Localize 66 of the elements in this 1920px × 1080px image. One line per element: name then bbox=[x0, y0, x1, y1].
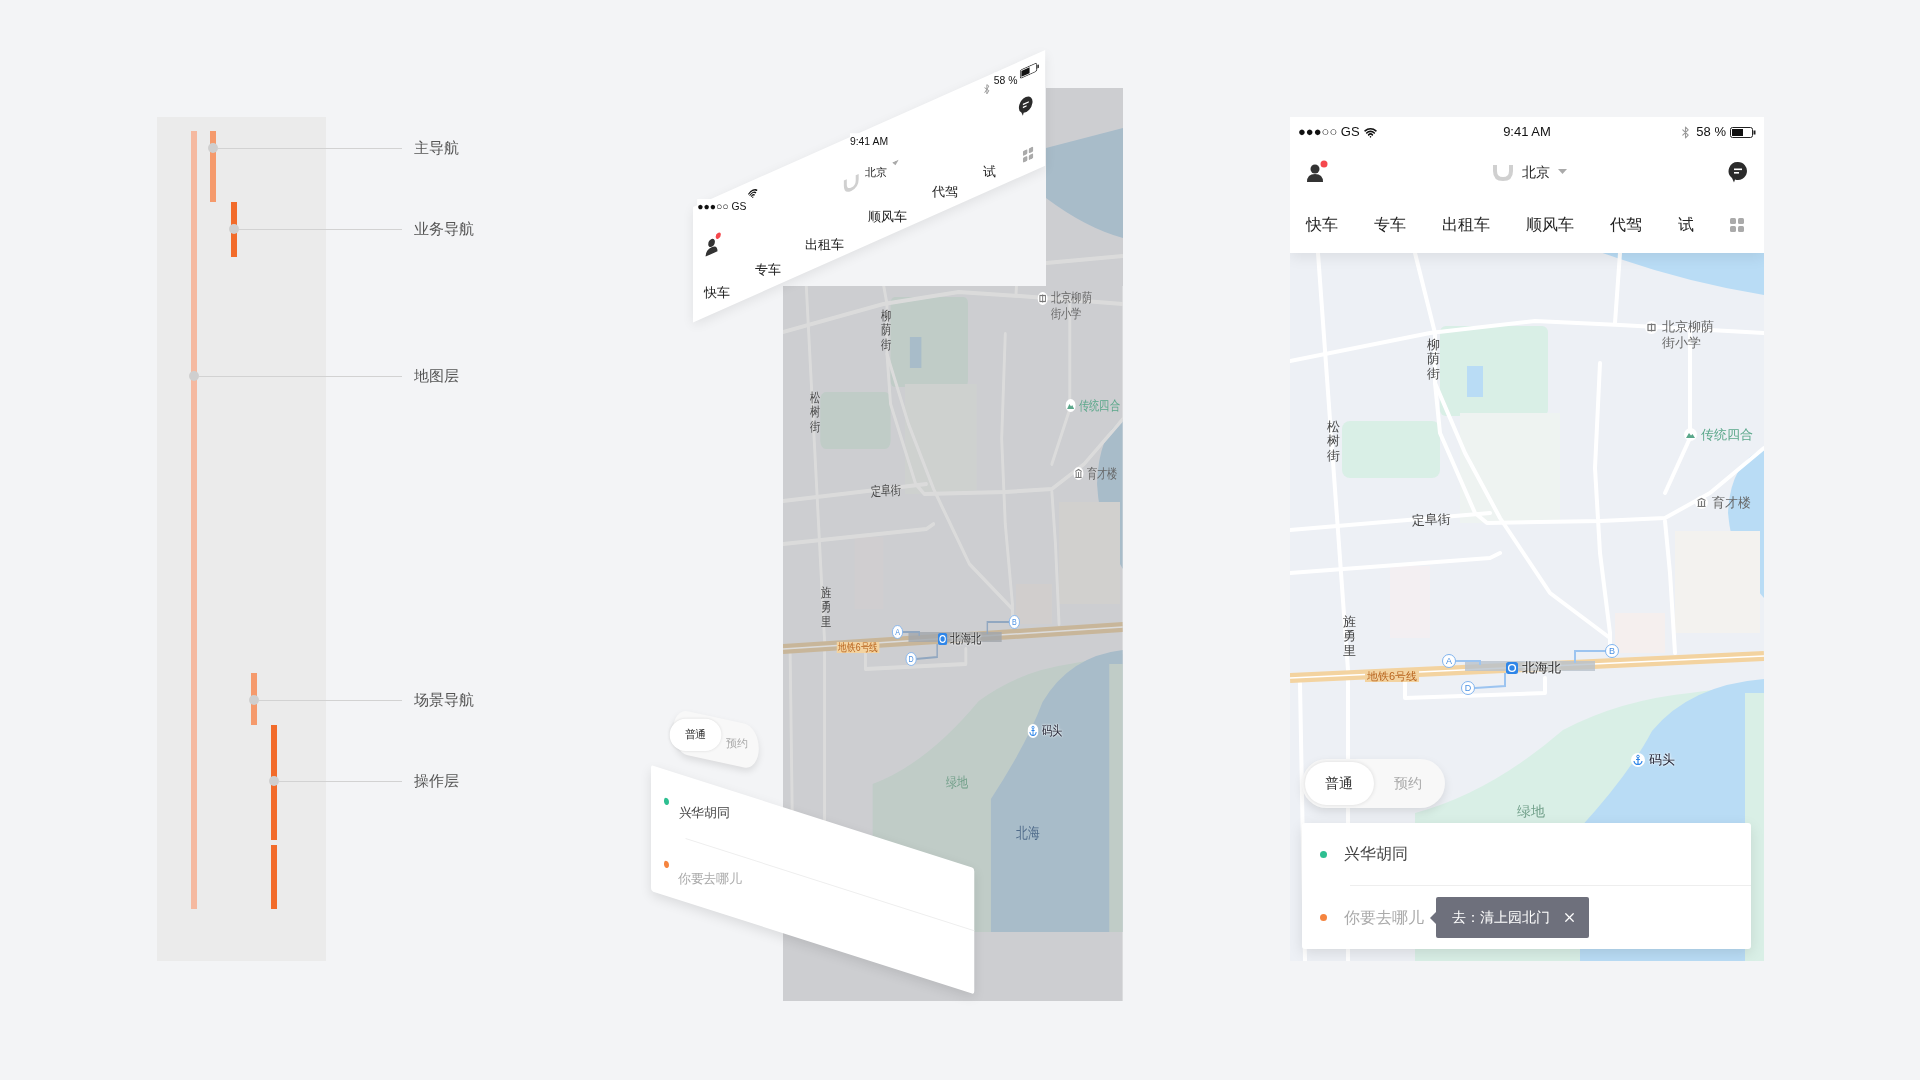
map-label: 旌勇里 bbox=[1343, 615, 1356, 658]
bluetooth-icon bbox=[982, 81, 992, 97]
exit-marker: B bbox=[1008, 615, 1020, 629]
map-label: 传统四合 bbox=[1701, 426, 1753, 444]
map-label: 绿地 bbox=[1517, 802, 1545, 821]
destination-tooltip[interactable]: 去：清上园北门 bbox=[1436, 897, 1589, 938]
layer-label: 场景导航 bbox=[414, 692, 474, 707]
battery-icon bbox=[1730, 126, 1756, 138]
map-label: 北海北 bbox=[950, 630, 982, 648]
map-label: 松树街 bbox=[809, 391, 820, 434]
service-tab[interactable]: 试 bbox=[1678, 213, 1694, 237]
destination-field[interactable]: 你要去哪儿 bbox=[1344, 905, 1428, 930]
map-label: 育才楼 bbox=[1086, 465, 1118, 483]
exit-marker: D bbox=[905, 652, 917, 666]
map-label: 北海 bbox=[1016, 823, 1040, 843]
school-icon bbox=[1645, 321, 1658, 334]
map-label: 定阜街 bbox=[870, 481, 902, 501]
layer-label: 主导航 bbox=[414, 140, 459, 155]
map-label: 北京柳荫街小学 bbox=[1050, 290, 1093, 322]
map-label: 北海北 bbox=[1522, 659, 1561, 677]
map-label: 松树街 bbox=[1327, 420, 1340, 463]
wifi-icon bbox=[1363, 125, 1377, 139]
battery-icon bbox=[1019, 60, 1040, 79]
tooltip-text: 去：清上园北门 bbox=[1452, 908, 1550, 927]
map-label: 码头 bbox=[1649, 751, 1675, 769]
city-selector[interactable]: 北京 bbox=[1521, 161, 1550, 183]
origin-text[interactable]: 兴华胡同 bbox=[1344, 842, 1408, 866]
clock-time: 9:41 AM bbox=[1503, 123, 1551, 142]
layer-label: 地图层 bbox=[414, 368, 459, 383]
map-label: 地铁6号线 bbox=[1365, 671, 1420, 682]
map-label: 绿地 bbox=[945, 773, 968, 792]
anchor-icon bbox=[1631, 752, 1645, 767]
map-label: 地铁6号线 bbox=[836, 642, 880, 653]
service-tab[interactable]: 代驾 bbox=[1610, 213, 1642, 237]
mountain-icon bbox=[1065, 399, 1076, 413]
map-label: 育才楼 bbox=[1712, 494, 1751, 512]
service-tab[interactable]: 快车 bbox=[1306, 213, 1338, 237]
anchor-icon bbox=[1027, 723, 1039, 738]
map-label: 码头 bbox=[1041, 722, 1063, 740]
ride-type-tab[interactable]: 普通 bbox=[1305, 762, 1374, 805]
building-icon bbox=[1073, 467, 1084, 481]
building-icon bbox=[1695, 496, 1708, 510]
service-tab[interactable]: 顺风车 bbox=[1526, 213, 1574, 237]
mountain-icon bbox=[1684, 428, 1697, 442]
logo-icon bbox=[1491, 162, 1514, 182]
carrier-text: ●●●○○ GS bbox=[1298, 123, 1360, 142]
service-tab[interactable]: 专车 bbox=[1374, 213, 1406, 237]
map-label: 旌勇里 bbox=[821, 586, 832, 629]
map-label: 柳荫街 bbox=[1427, 338, 1440, 381]
map-label: 柳荫街 bbox=[881, 309, 892, 352]
layer-label: 业务导航 bbox=[414, 221, 474, 236]
layer-label: 操作层 bbox=[414, 773, 459, 788]
battery-percent: 58 % bbox=[1696, 123, 1726, 142]
chat-icon[interactable] bbox=[1728, 161, 1748, 183]
school-icon bbox=[1037, 292, 1048, 305]
map-label: 北京柳荫街小学 bbox=[1662, 319, 1715, 351]
city-selector[interactable]: 北京 bbox=[864, 164, 887, 181]
layer-bar bbox=[271, 845, 277, 909]
close-icon[interactable] bbox=[1562, 910, 1577, 925]
person-icon[interactable] bbox=[704, 230, 723, 259]
map-label: 定阜街 bbox=[1411, 510, 1452, 530]
service-tab[interactable]: 出租车 bbox=[1442, 213, 1490, 237]
map-label: 传统四合 bbox=[1078, 397, 1120, 415]
ride-type-tab[interactable]: 普通 bbox=[669, 718, 722, 751]
metro-icon bbox=[937, 632, 948, 645]
person-icon[interactable] bbox=[1306, 160, 1330, 184]
